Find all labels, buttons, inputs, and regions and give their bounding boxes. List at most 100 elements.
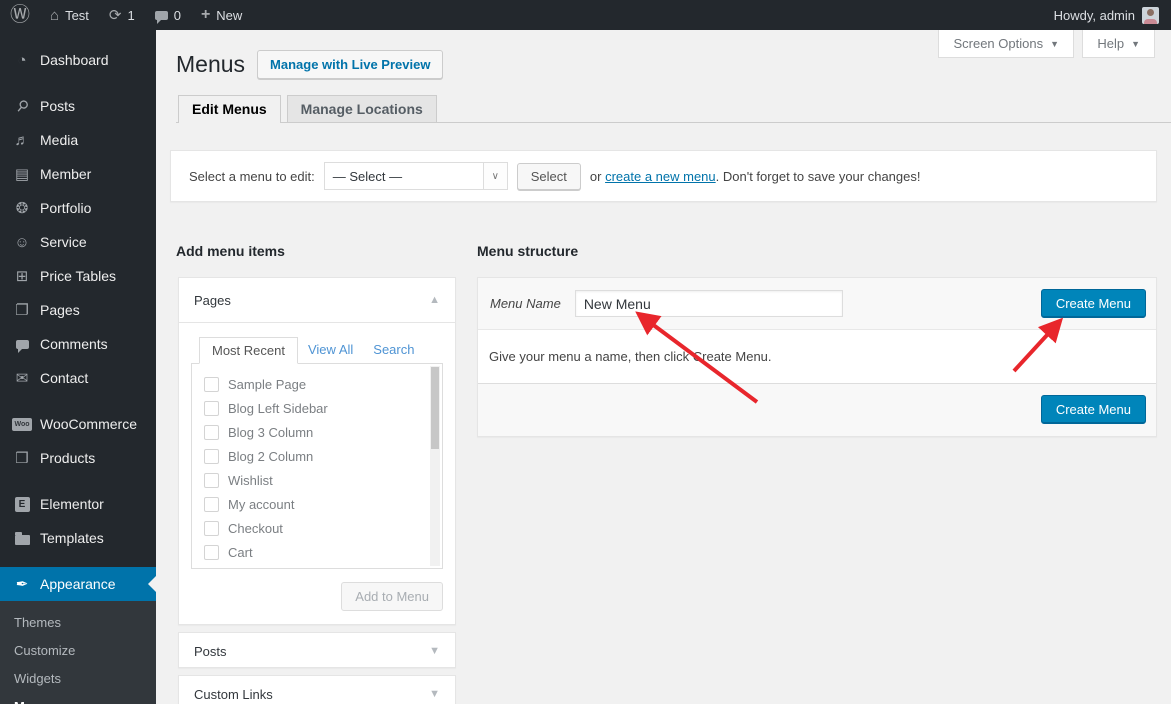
- checkbox[interactable]: [204, 449, 219, 464]
- sidebar-item-label: Comments: [40, 336, 108, 352]
- tab-edit-menus[interactable]: Edit Menus: [178, 95, 281, 123]
- save-reminder-text: . Don't forget to save your changes!: [716, 169, 921, 184]
- new-content-menu[interactable]: +New: [191, 0, 252, 30]
- submenu-item-menus[interactable]: Menus: [0, 692, 156, 704]
- posts-panel-header[interactable]: Posts ▼: [179, 633, 455, 669]
- wordpress-logo-icon: Ⓦ: [10, 0, 30, 30]
- paintbrush-icon: ✒: [13, 575, 31, 593]
- checkbox[interactable]: [204, 521, 219, 536]
- sidebar-item-portfolio[interactable]: ❂Portfolio: [0, 191, 156, 225]
- sidebar-item-member[interactable]: ▤Member: [0, 157, 156, 191]
- updates-count: 1: [127, 8, 134, 23]
- pages-panel-header[interactable]: Pages ▲: [179, 278, 455, 323]
- page-checkbox-item[interactable]: Wishlist: [204, 468, 442, 492]
- checkbox[interactable]: [204, 425, 219, 440]
- page-checkbox-item[interactable]: Sample Page: [204, 372, 442, 396]
- pages-icon: ❐: [13, 301, 31, 319]
- custom-links-panel-header[interactable]: Custom Links ▼: [179, 676, 455, 704]
- create-menu-button[interactable]: Create Menu: [1041, 289, 1146, 318]
- sidebar-item-label: Appearance: [40, 576, 116, 592]
- page-checkbox-item[interactable]: Cart: [204, 540, 442, 564]
- create-menu-button-footer[interactable]: Create Menu: [1041, 395, 1146, 424]
- chevron-down-icon: ∨: [483, 163, 507, 189]
- sidebar-item-label: Posts: [40, 98, 75, 114]
- media-icon: ♬: [13, 132, 31, 149]
- submenu-item-customize[interactable]: Customize: [0, 636, 156, 664]
- sidebar-item-label: Elementor: [40, 496, 104, 512]
- grid-icon: ⊞: [13, 267, 31, 285]
- tab-most-recent[interactable]: Most Recent: [199, 337, 298, 364]
- sidebar-item-woocommerce[interactable]: WooWooCommerce: [0, 407, 156, 441]
- admin-bar: Ⓦ ⌂Test ⟳1 0 +New Howdy, admin: [0, 0, 1171, 30]
- menu-name-input[interactable]: [575, 290, 843, 317]
- sidebar-item-label: Templates: [40, 530, 104, 546]
- sidebar-item-appearance[interactable]: ✒ Appearance: [0, 567, 156, 601]
- checkbox[interactable]: [204, 401, 219, 416]
- site-link[interactable]: ⌂Test: [40, 0, 99, 30]
- updates-indicator[interactable]: ⟳1: [99, 0, 145, 30]
- tab-view-all[interactable]: View All: [298, 337, 363, 363]
- add-to-menu-button[interactable]: Add to Menu: [341, 582, 443, 611]
- page-checkbox-item[interactable]: Blog 3 Column: [204, 420, 442, 444]
- dashboard-icon: ◔: [13, 52, 31, 69]
- sidebar-item-dashboard[interactable]: ◔Dashboard: [0, 43, 156, 77]
- page-checkbox-item[interactable]: My account: [204, 492, 442, 516]
- menu-structure-panel: Menu Name Create Menu Give your menu a n…: [477, 277, 1157, 437]
- smiley-icon: ☺: [13, 234, 31, 251]
- main-content: Screen Options▼ Help▼ Menus Manage with …: [156, 30, 1171, 704]
- chevron-up-icon: ▲: [429, 294, 440, 306]
- page-checkbox-item[interactable]: Checkout: [204, 516, 442, 540]
- checkbox[interactable]: [204, 377, 219, 392]
- scrollbar-thumb[interactable]: [431, 367, 439, 449]
- help-button[interactable]: Help▼: [1082, 30, 1155, 58]
- menu-select-bar: Select a menu to edit: — Select — ∨ Sele…: [170, 150, 1157, 202]
- comment-icon: [13, 340, 31, 349]
- sidebar-item-label: Service: [40, 234, 87, 250]
- page-checkbox-item[interactable]: Blog 2 Column: [204, 444, 442, 468]
- sidebar-item-templates[interactable]: Templates: [0, 521, 156, 555]
- sidebar-item-comments[interactable]: Comments: [0, 327, 156, 361]
- pages-panel: Pages ▲ Most Recent View All Search Samp…: [178, 277, 456, 625]
- sidebar-item-products[interactable]: ❒ Products: [0, 441, 156, 475]
- sidebar-item-label: Media: [40, 132, 78, 148]
- sidebar-item-contact[interactable]: ✉Contact: [0, 361, 156, 395]
- select-menu-label: Select a menu to edit:: [189, 169, 315, 184]
- sidebar-item-price-tables[interactable]: ⊞ Price Tables: [0, 259, 156, 293]
- live-preview-button[interactable]: Manage with Live Preview: [257, 50, 443, 79]
- comments-indicator[interactable]: 0: [145, 0, 191, 30]
- screen-options-button[interactable]: Screen Options▼: [938, 30, 1074, 58]
- tab-manage-locations[interactable]: Manage Locations: [287, 95, 437, 122]
- page-checkbox-item[interactable]: Blog Left Sidebar: [204, 396, 442, 420]
- checkbox[interactable]: [204, 497, 219, 512]
- avatar: [1142, 7, 1159, 24]
- select-button[interactable]: Select: [517, 163, 581, 190]
- sidebar-item-label: Price Tables: [40, 268, 116, 284]
- sidebar-item-service[interactable]: ☺ Service: [0, 225, 156, 259]
- scrollbar-track[interactable]: [430, 366, 440, 566]
- box-icon: ❒: [13, 449, 31, 467]
- elementor-icon: E: [13, 497, 31, 512]
- sidebar-item-posts[interactable]: ⚲ Posts: [0, 89, 156, 123]
- menu-dropdown[interactable]: — Select — ∨: [324, 162, 508, 190]
- sidebar-item-elementor[interactable]: E Elementor: [0, 487, 156, 521]
- wordpress-menu[interactable]: Ⓦ: [0, 0, 40, 30]
- checkbox[interactable]: [204, 545, 219, 560]
- comment-bubble-icon: [155, 11, 168, 20]
- account-menu[interactable]: Howdy, admin: [1054, 7, 1171, 24]
- pushpin-icon: ⚲: [13, 97, 31, 115]
- plus-icon: +: [201, 6, 210, 24]
- create-new-menu-link[interactable]: create a new menu: [605, 169, 716, 184]
- sidebar-item-media[interactable]: ♬ Media: [0, 123, 156, 157]
- site-name: Test: [65, 8, 89, 23]
- add-menu-items-heading: Add menu items: [176, 243, 285, 259]
- submenu-item-widgets[interactable]: Widgets: [0, 664, 156, 692]
- howdy-text: Howdy, admin: [1054, 8, 1135, 23]
- sidebar-item-label: Products: [40, 450, 95, 466]
- submenu-item-themes[interactable]: Themes: [0, 608, 156, 636]
- or-text: or create a new menu. Don't forget to sa…: [590, 169, 921, 184]
- tab-search[interactable]: Search: [363, 337, 424, 363]
- checkbox[interactable]: [204, 473, 219, 488]
- sidebar-item-pages[interactable]: ❐Pages: [0, 293, 156, 327]
- chevron-down-icon: ▼: [1131, 39, 1140, 49]
- award-icon: ❂: [13, 199, 31, 217]
